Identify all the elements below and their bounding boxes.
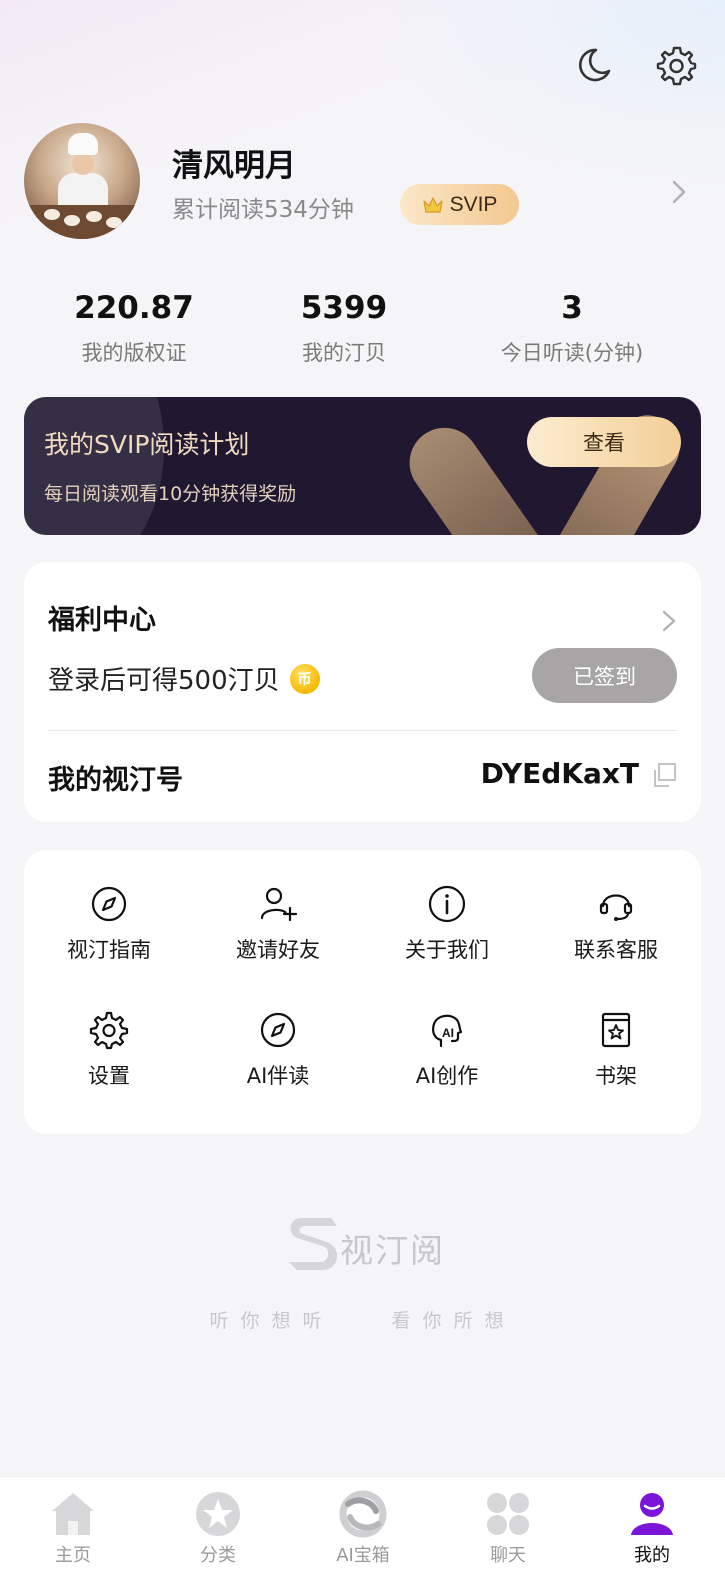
info-icon <box>428 885 466 923</box>
stat-tingbei[interactable]: 5399 我的汀贝 <box>244 288 444 367</box>
brand-name: 视汀阅 <box>340 1231 445 1270</box>
account-id-label: 我的视汀号 <box>48 765 183 796</box>
nav-chat[interactable]: 聊天 <box>458 1489 558 1567</box>
welfare-title[interactable]: 福利中心 <box>48 598 156 637</box>
grid-item-label: 联系客服 <box>574 938 658 962</box>
grid-item-label: 邀请好友 <box>236 938 320 962</box>
avatar-chef-hat <box>68 133 98 155</box>
stat-label: 我的汀贝 <box>302 341 386 365</box>
features-grid: 视汀指南 邀请好友 关于我们 联系客服 设置 AI伴读 AI AI创作 书架 <box>24 850 701 1134</box>
avatar-bun <box>86 211 102 222</box>
stat-value: 5399 <box>300 290 388 326</box>
settings-icon[interactable] <box>655 44 697 86</box>
chevron-right-icon[interactable] <box>668 178 690 206</box>
nav-label: 主页 <box>55 1545 91 1566</box>
grid-item-settings[interactable]: 设置 <box>24 1010 194 1090</box>
avatar-chef-face <box>72 153 94 175</box>
svg-text:AI: AI <box>442 1026 454 1040</box>
headset-icon <box>599 894 633 921</box>
home-icon <box>52 1493 94 1535</box>
grid-item-label: 书架 <box>595 1064 637 1088</box>
ai-box-icon <box>339 1490 387 1538</box>
grid-item-label: AI创作 <box>415 1064 479 1088</box>
avatar-bun <box>64 215 80 226</box>
grid-item-guide[interactable]: 视汀指南 <box>24 884 194 964</box>
stat-value: 3 <box>561 290 583 326</box>
account-id-value: DYEdKaxT <box>480 757 639 790</box>
nav-profile[interactable]: 我的 <box>602 1489 702 1567</box>
chevron-right-icon[interactable] <box>660 608 678 634</box>
nav-label: AI宝箱 <box>336 1545 390 1566</box>
banner-subtitle: 每日阅读观看10分钟获得奖励 <box>44 483 297 505</box>
star-icon <box>196 1492 240 1536</box>
svip-badge[interactable]: SVIP <box>400 184 519 225</box>
nav-ai-box[interactable]: AI宝箱 <box>313 1489 413 1567</box>
svip-label: SVIP <box>449 192 498 216</box>
nav-category[interactable]: 分类 <box>168 1489 268 1567</box>
stat-label: 今日听读(分钟) <box>500 341 644 365</box>
nav-home[interactable]: 主页 <box>23 1489 123 1567</box>
nav-label: 聊天 <box>490 1545 526 1566</box>
divider <box>48 730 677 731</box>
avatar-bun <box>44 209 60 220</box>
banner-title: 我的SVIP阅读计划 <box>44 430 250 459</box>
stat-label: 我的版权证 <box>81 341 187 365</box>
read-total: 累计阅读534分钟 <box>172 197 354 223</box>
slogan-right: 看你所想 <box>391 1310 516 1332</box>
coin-icon: 币 <box>289 663 320 694</box>
avatar-table <box>24 205 140 239</box>
grid-item-invite[interactable]: 邀请好友 <box>193 884 363 964</box>
view-button[interactable]: 查看 <box>527 417 681 467</box>
grid-item-label: 设置 <box>88 1064 130 1088</box>
grid-item-about[interactable]: 关于我们 <box>362 884 532 964</box>
compass-icon <box>260 1012 296 1048</box>
welfare-card: 福利中心 登录后可得500汀贝 币 已签到 我的视汀号 DYEdKaxT <box>24 562 701 822</box>
slogan-left: 听你想听 <box>209 1310 334 1332</box>
ai-head-icon: AI <box>432 1014 463 1048</box>
stat-copyright[interactable]: 220.87 我的版权证 <box>34 288 234 367</box>
bottom-nav: 主页 分类 AI宝箱 聊天 我的 <box>0 1476 725 1569</box>
nav-label: 分类 <box>200 1545 236 1566</box>
chat-clover-icon <box>487 1493 529 1535</box>
avatar-bun <box>106 217 122 228</box>
svip-plan-banner[interactable]: 我的SVIP阅读计划 每日阅读观看10分钟获得奖励 查看 <box>24 397 701 535</box>
moon-icon[interactable] <box>572 44 614 86</box>
avatar[interactable] <box>24 123 140 239</box>
copy-icon[interactable] <box>650 761 678 789</box>
grid-item-bookshelf[interactable]: 书架 <box>531 1010 701 1090</box>
nav-label: 我的 <box>634 1545 670 1566</box>
grid-item-ai-create[interactable]: AI AI创作 <box>362 1010 532 1090</box>
banner-glow <box>24 397 164 535</box>
stat-value: 220.87 <box>74 290 194 326</box>
grid-item-ai-companion[interactable]: AI伴读 <box>193 1010 363 1090</box>
bookshelf-icon <box>601 1012 631 1048</box>
grid-item-support[interactable]: 联系客服 <box>531 884 701 964</box>
grid-item-label: 视汀指南 <box>67 938 151 962</box>
signed-in-button[interactable]: 已签到 <box>532 648 677 703</box>
username: 清风明月 <box>172 148 296 184</box>
welfare-desc-text: 登录后可得500汀贝 <box>48 666 280 696</box>
stat-listen-today[interactable]: 3 今日听读(分钟) <box>472 288 672 367</box>
grid-item-label: AI伴读 <box>246 1064 310 1088</box>
compass-icon <box>91 886 127 922</box>
profile-icon <box>631 1493 673 1535</box>
grid-item-label: 关于我们 <box>405 938 489 962</box>
welfare-description: 登录后可得500汀贝 币 <box>48 660 320 697</box>
add-user-icon <box>260 887 298 922</box>
brand-logo-icon <box>289 1218 338 1270</box>
slogan: 听你想听 看你所想 <box>0 1306 725 1333</box>
settings-icon <box>89 1011 129 1050</box>
crown-icon <box>422 196 443 213</box>
